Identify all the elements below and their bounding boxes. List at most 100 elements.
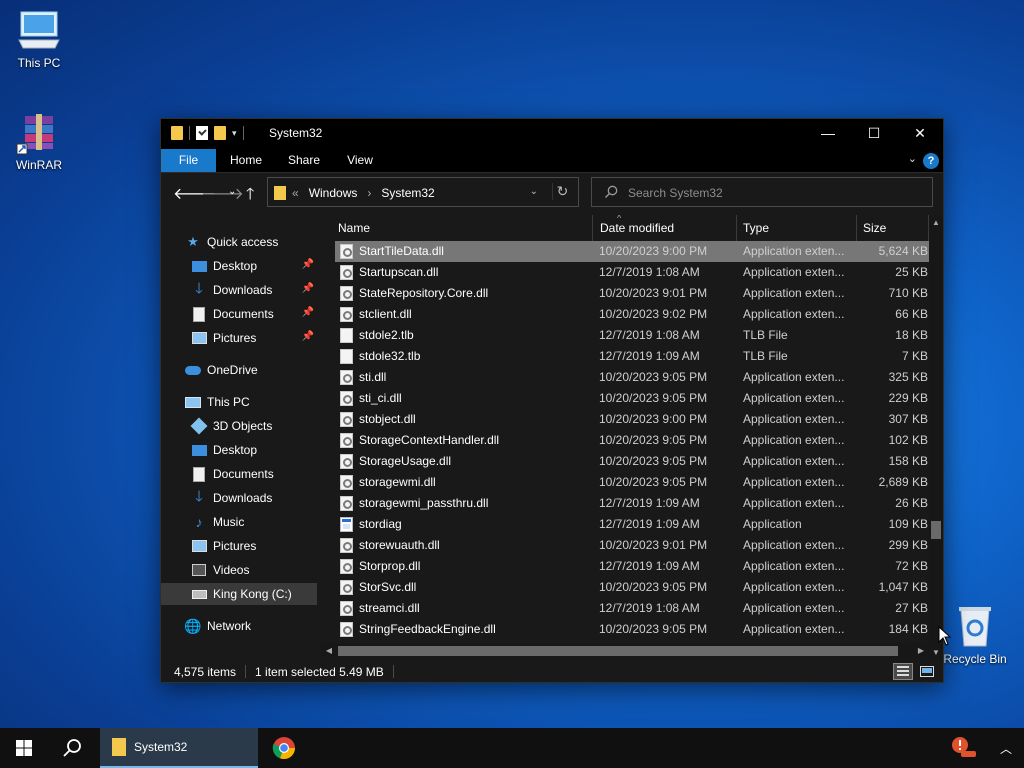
nav-pictures[interactable]: Pictures: [191, 535, 317, 557]
customize-toolbar-chevron-icon[interactable]: ▾: [232, 128, 237, 139]
file-type: Application exten...: [743, 265, 845, 279]
recent-locations-chevron-icon[interactable]: ⌄: [228, 186, 236, 197]
up-arrow-icon[interactable]: 🡑: [246, 183, 254, 210]
file-type: TLB File: [743, 328, 788, 342]
scroll-left-icon[interactable]: ◀: [321, 643, 337, 659]
file-row[interactable]: StorSvc.dll 10/20/2023 9:05 PM Application…: [335, 577, 929, 598]
nav-music[interactable]: ♪ Music: [191, 511, 317, 533]
file-size: 7 KB: [901, 349, 928, 363]
file-size: 184 KB: [888, 622, 928, 636]
tab-view[interactable]: View: [336, 149, 384, 172]
breadcrumb-separator[interactable]: ›: [367, 186, 371, 200]
minimize-button[interactable]: —: [805, 119, 851, 147]
column-header-size[interactable]: Size: [857, 215, 929, 241]
file-row[interactable]: StartTileData.dll 10/20/2023 9:00 PM Appli…: [335, 241, 929, 262]
nav-desktop[interactable]: Desktop: [191, 439, 317, 461]
breadcrumb-overflow[interactable]: «: [292, 186, 299, 200]
tray-notification[interactable]: [944, 728, 984, 768]
file-date: 10/20/2023 9:05 PM: [599, 454, 708, 468]
close-button[interactable]: ✕: [897, 119, 943, 147]
nav-quick-downloads[interactable]: 🡓 Downloads 📌: [191, 279, 317, 301]
search-input[interactable]: [628, 184, 918, 202]
file-row[interactable]: sti_ci.dll 10/20/2023 9:05 PM Application …: [335, 388, 929, 409]
nav-quick-documents[interactable]: Documents 📌: [191, 303, 317, 325]
file-row[interactable]: Storprop.dll 12/7/2019 1:09 AM Application…: [335, 556, 929, 577]
tab-share[interactable]: Share: [279, 149, 329, 172]
scroll-thumb[interactable]: [931, 521, 941, 539]
nav-downloads[interactable]: 🡓 Downloads: [191, 487, 317, 509]
expand-ribbon-chevron-icon[interactable]: ⌄: [908, 152, 917, 165]
maximize-button[interactable]: ☐: [851, 119, 897, 147]
pin-icon: 📌: [301, 307, 314, 318]
nav-documents[interactable]: Documents: [191, 463, 317, 485]
desktop-icon-this-pc[interactable]: This PC: [4, 8, 74, 70]
nav-3d-objects[interactable]: 3D Objects: [190, 415, 317, 437]
nav-quick-desktop[interactable]: Desktop 📌: [191, 255, 317, 277]
quick-access-toolbar: ▾: [171, 126, 244, 140]
title-bar[interactable]: ▾ System32 — ☐ ✕: [161, 119, 943, 149]
large-icons-view-button[interactable]: [917, 663, 937, 680]
scroll-up-icon[interactable]: ▲: [929, 215, 943, 231]
nav-quick-pictures[interactable]: Pictures 📌: [191, 327, 317, 349]
file-row[interactable]: Startupscan.dll 12/7/2019 1:08 AM Applicat…: [335, 262, 929, 283]
file-date: 12/7/2019 1:08 AM: [599, 265, 700, 279]
file-row[interactable]: StorageContextHandler.dll 10/20/2023 9:05…: [335, 430, 929, 451]
show-hidden-icons-button[interactable]: ︿: [992, 728, 1020, 768]
file-type: Application exten...: [743, 307, 845, 321]
file-row[interactable]: StorageUsage.dll 10/20/2023 9:05 PM Applic…: [335, 451, 929, 472]
properties-icon[interactable]: [196, 126, 208, 140]
pin-icon: 📌: [301, 283, 314, 294]
nav-quick-access[interactable]: ★ Quick access: [185, 231, 315, 253]
nav-videos[interactable]: Videos: [191, 559, 317, 581]
file-row[interactable]: storagewmi.dll 10/20/2023 9:05 PM Applicat…: [335, 472, 929, 493]
nav-drive-c[interactable]: King Kong (C:): [161, 583, 317, 605]
file-date: 10/20/2023 9:02 PM: [599, 307, 708, 321]
file-row[interactable]: streamci.dll 12/7/2019 1:08 AM Application…: [335, 598, 929, 619]
file-row[interactable]: stobject.dll 10/20/2023 9:00 PM Applicatio…: [335, 409, 929, 430]
search-button[interactable]: [48, 728, 96, 768]
scroll-right-icon[interactable]: ▶: [913, 643, 929, 659]
horizontal-scrollbar[interactable]: ◀ ▶: [321, 643, 929, 659]
taskbar-chrome[interactable]: [260, 728, 308, 768]
nav-network[interactable]: 🌐 Network: [184, 615, 315, 637]
nav-onedrive[interactable]: OneDrive: [185, 359, 315, 381]
search-box[interactable]: [591, 177, 933, 207]
vertical-scrollbar[interactable]: ▲ ▼: [929, 215, 943, 661]
tab-file[interactable]: File: [161, 149, 216, 172]
taskbar: System32 ︿: [0, 728, 1024, 768]
computer-icon: [185, 394, 201, 410]
file-name: Storprop.dll: [359, 559, 421, 573]
file-row[interactable]: stclient.dll 10/20/2023 9:02 PM Applicatio…: [335, 304, 929, 325]
file-name: StorSvc.dll: [359, 580, 417, 594]
file-row[interactable]: StateRepository.Core.dll 10/20/2023 9:01 …: [335, 283, 929, 304]
file-type: Application: [743, 517, 802, 531]
file-row[interactable]: StringFeedbackEngine.dll 10/20/2023 9:05 …: [335, 619, 929, 640]
tab-home[interactable]: Home: [221, 149, 271, 172]
nav-this-pc[interactable]: This PC: [185, 391, 315, 413]
address-dropdown-chevron-icon[interactable]: ⌄: [530, 186, 538, 197]
taskbar-file-explorer[interactable]: System32: [100, 728, 258, 768]
column-header-type[interactable]: Type: [737, 215, 857, 241]
file-row[interactable]: storagewmi_passthru.dll 12/7/2019 1:09 AM…: [335, 493, 929, 514]
file-row[interactable]: stordiag 12/7/2019 1:09 AM Application 109 …: [335, 514, 929, 535]
breadcrumb-system32[interactable]: System32: [381, 186, 434, 200]
file-row[interactable]: sti.dll 10/20/2023 9:05 PM Application ext…: [335, 367, 929, 388]
details-view-icon: [897, 666, 909, 676]
file-size: 325 KB: [888, 370, 928, 384]
forward-arrow-icon[interactable]: 🡒: [201, 183, 244, 204]
breadcrumb-windows[interactable]: Windows: [309, 186, 358, 200]
column-header-name[interactable]: Name: [321, 215, 593, 241]
file-row[interactable]: storewuauth.dll 10/20/2023 9:01 PM Applica…: [335, 535, 929, 556]
file-row[interactable]: stdole32.tlb 12/7/2019 1:09 AM TLB File 7 K…: [335, 346, 929, 367]
address-bar[interactable]: « Windows › System32 ⌄ ↻: [267, 177, 579, 207]
start-button[interactable]: [0, 728, 48, 768]
column-header-date[interactable]: Date modified: [593, 215, 737, 241]
help-button[interactable]: ?: [923, 153, 939, 169]
scroll-thumb[interactable]: [338, 646, 898, 656]
scroll-down-icon[interactable]: ▼: [929, 645, 943, 661]
file-row[interactable]: stdole2.tlb 12/7/2019 1:08 AM TLB File 18 K…: [335, 325, 929, 346]
new-folder-icon[interactable]: [214, 126, 226, 140]
details-view-button[interactable]: [893, 663, 913, 680]
desktop-icon-winrar[interactable]: WinRAR: [4, 110, 74, 172]
refresh-icon[interactable]: ↻: [552, 183, 572, 200]
